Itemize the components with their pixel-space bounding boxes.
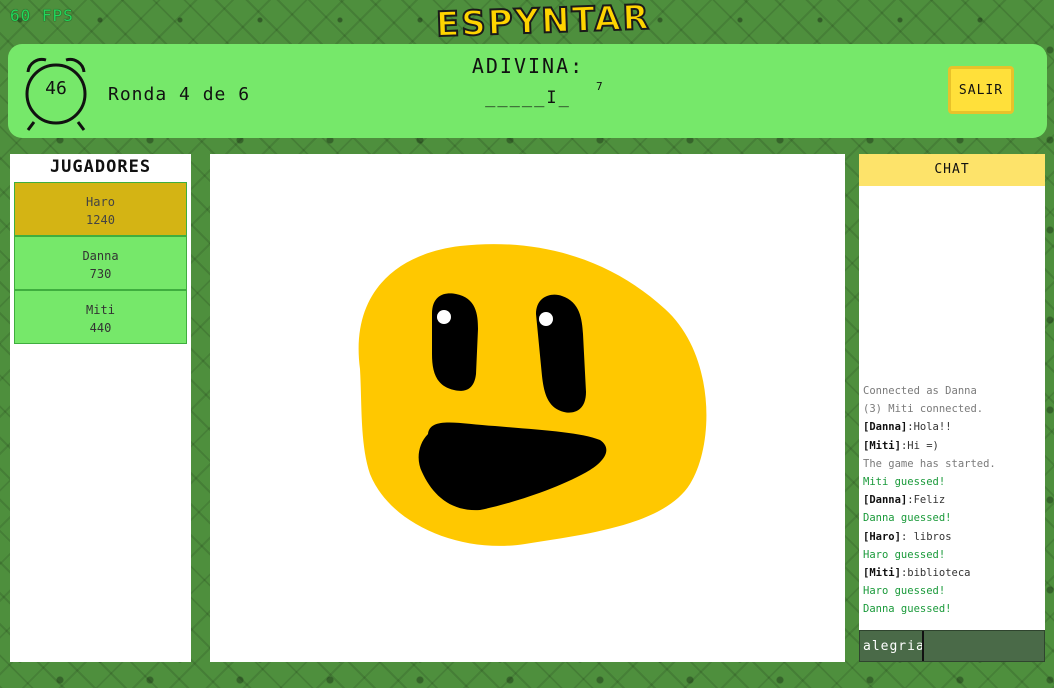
drawing-canvas[interactable] — [210, 154, 845, 662]
chat-message: [Danna]:Feliz — [863, 491, 1043, 509]
chat-message: The game has started. — [863, 457, 996, 470]
chat-input[interactable] — [860, 631, 924, 661]
exit-button[interactable]: SALIR — [948, 66, 1014, 114]
drawing-left-eye — [432, 293, 478, 391]
drawing-right-eye-highlight — [539, 312, 553, 326]
chat-text: :Feliz — [907, 494, 946, 507]
chat-message: Haro guessed! — [863, 548, 946, 561]
chat-title: CHAT — [859, 154, 1045, 186]
player-name: Danna — [82, 249, 119, 263]
players-title: JUGADORES — [49, 157, 152, 177]
chat-message: Danna guessed! — [863, 603, 952, 616]
word-length: 7 — [596, 80, 603, 93]
players-panel: JUGADORES Haro 1240 Danna 730 Miti 440 — [10, 154, 191, 662]
player-score: 1240 — [86, 213, 115, 227]
chat-text: :biblioteca — [900, 567, 971, 580]
player-name: Miti — [86, 303, 115, 317]
player-card: Danna 730 — [14, 236, 187, 290]
chat-user: [Miti] — [863, 567, 901, 580]
player-score: 440 — [89, 321, 112, 335]
player-name: Haro — [86, 195, 115, 209]
chat-user: [Haro] — [863, 530, 901, 543]
drawing — [358, 244, 707, 546]
player-score: 730 — [89, 267, 112, 281]
chat-message: [Miti]:Hi =) — [863, 437, 1043, 455]
round-indicator: Ronda 4 de 6 — [108, 84, 251, 105]
timer: 46 — [20, 52, 92, 132]
chat-message: Danna guessed! — [863, 512, 952, 525]
fps-counter: 60 FPS — [10, 6, 74, 25]
drawing-face — [358, 244, 707, 546]
player-card: Miti 440 — [14, 290, 187, 344]
guess-title: ADIVINA: — [471, 54, 585, 78]
chat-text: :Hi =) — [900, 439, 939, 452]
chat-text: :Hola!! — [907, 421, 952, 434]
chat-message: [Danna]:Hola!! — [863, 418, 1043, 436]
player-card: Haro 1240 — [14, 182, 187, 236]
chat-messages: Connected as Danna (3) Miti connected. [… — [863, 382, 1043, 619]
game-logo: ESPYNTAR — [434, 0, 652, 46]
chat-message: Miti guessed! — [863, 476, 946, 489]
game-header: 46 Ronda 4 de 6 ADIVINA: _____I_ 7 SALIR — [8, 44, 1047, 138]
chat-user: [Danna] — [863, 494, 908, 507]
chat-message: [Miti]:biblioteca — [863, 564, 1043, 582]
drawing-left-eye-highlight — [437, 310, 451, 324]
chat-text: : libros — [900, 530, 952, 543]
chat-message: Haro guessed! — [863, 585, 946, 598]
chat-user: [Danna] — [863, 421, 908, 434]
chat-message: [Haro]: libros — [863, 528, 1043, 546]
chat-user: [Miti] — [863, 439, 901, 452]
chat-panel: CHAT Connected as Danna (3) Miti connect… — [859, 154, 1045, 662]
chat-input-bar — [859, 630, 1045, 662]
chat-message: Connected as Danna — [863, 385, 977, 397]
timer-value: 46 — [45, 78, 67, 99]
chat-message: (3) Miti connected. — [863, 403, 984, 416]
